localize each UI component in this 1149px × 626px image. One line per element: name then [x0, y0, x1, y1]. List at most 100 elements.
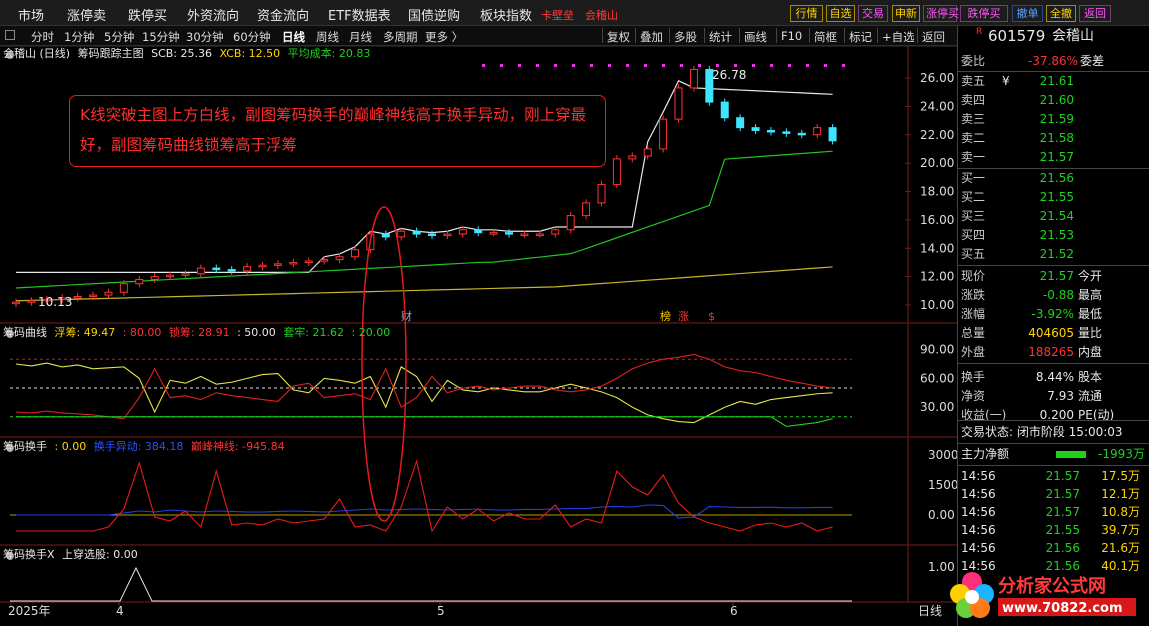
watermark-url: www.70822.com	[1002, 601, 1123, 616]
candle-body	[381, 233, 390, 238]
quote-row: 卖二 21.58	[958, 129, 1149, 148]
signal-dot	[536, 64, 539, 67]
candle-body	[12, 301, 20, 305]
zhuli-bar	[1056, 451, 1086, 458]
candle-body	[689, 68, 698, 89]
main-info-bar: 会稽山 (日线) 筹码跟踪主图 SCB: 25.36 XCB: 12.50 平均…	[3, 46, 374, 62]
stat-value: -3.92%	[1031, 307, 1074, 321]
low-price-label: 10.13	[38, 295, 72, 309]
period-corner-label: 日线	[918, 604, 942, 618]
tick-price: 21.57	[1045, 505, 1080, 519]
bid-price: 21.53	[1039, 228, 1074, 242]
watermark-title: 分析家公式网	[998, 575, 1106, 597]
quote-row: 14:56 21.56 21.6万	[958, 539, 1149, 558]
candle-body	[720, 101, 729, 119]
stat-label: 外盘	[961, 345, 986, 359]
p1-axis-label: 90.00	[920, 343, 954, 357]
quote-row: 买一 21.56	[958, 169, 1149, 188]
divider	[958, 465, 1149, 466]
candle-body	[104, 291, 113, 296]
currency-icon: ¥	[1002, 74, 1010, 88]
candle-body	[335, 256, 344, 261]
top-button-8[interactable]: 返回	[1079, 5, 1111, 22]
signal-dot	[698, 64, 701, 67]
bid-price: 21.52	[1039, 247, 1074, 261]
signal-dot	[716, 64, 719, 67]
tick-volume: 39.7万	[1101, 523, 1140, 537]
candle-body	[551, 229, 560, 235]
candle-body	[304, 260, 313, 264]
candle-body	[150, 276, 159, 280]
top-button-6[interactable]: 撤单	[1012, 5, 1043, 22]
quote-row: 14:56 21.57 12.1万	[958, 485, 1149, 504]
candle-body	[813, 127, 822, 136]
ask-price: 21.59	[1039, 112, 1074, 126]
stat-label: 涨跌	[961, 288, 986, 302]
candle-body	[582, 202, 591, 217]
bid-price: 21.54	[1039, 209, 1074, 223]
weibi-label: 委比	[961, 54, 986, 68]
main-axis-label: 10.00	[920, 298, 954, 312]
signal-dot	[662, 64, 665, 67]
p1-axis-label: 60.00	[920, 371, 954, 385]
tick-volume: 21.6万	[1101, 541, 1140, 555]
ma-green-line	[15, 150, 833, 289]
bid-label: 买五	[961, 247, 986, 261]
stat-label: 现价	[961, 269, 986, 283]
ask-price: 21.57	[1039, 150, 1074, 164]
candle-body	[751, 127, 760, 131]
quote-row: 14:56 21.57 17.5万	[958, 467, 1149, 486]
quote-row: 委比 -37.86% 委差	[958, 52, 1149, 71]
signal-dot	[500, 64, 503, 67]
candle-body	[597, 183, 606, 204]
candle-body	[474, 229, 483, 234]
main-axis-label: 18.00	[920, 185, 954, 199]
candle-body	[350, 249, 359, 258]
main-axis-label: 12.00	[920, 270, 954, 284]
signal-dot	[590, 64, 593, 67]
quote-row: 14:56 21.55 39.7万	[958, 521, 1149, 540]
stat-label: 涨幅	[961, 307, 986, 321]
candle-body	[659, 118, 668, 150]
divider	[958, 363, 1149, 364]
zero-line-value: : 0.00	[54, 440, 87, 453]
high-price-label: 26.78	[712, 68, 746, 82]
candle-body	[458, 229, 467, 235]
quote-row: 卖四 21.60	[958, 91, 1149, 110]
stat-label-2: 股本	[1078, 370, 1103, 384]
stat-label-2: 最低	[1078, 307, 1103, 321]
annotation-box: K线突破主图上方白线，副图筹码换手的巅峰神线高于换手异动，刚上穿最好，副图筹码曲…	[69, 95, 606, 167]
p2-axis-label: 1500	[928, 478, 957, 492]
main-indicator-name: 筹码跟踪主图	[77, 47, 144, 60]
candle-body	[119, 283, 128, 293]
quote-row: 总量 404605 量比	[958, 324, 1149, 343]
panel1-info: 筹码曲线 浮筹: 49.47 : 80.00 锁筹: 28.91 : 50.00…	[3, 325, 394, 341]
signal-dot	[518, 64, 521, 67]
top-button-5[interactable]: 跌停买	[960, 5, 1008, 22]
taolao-value: 套牢: 21.62	[283, 326, 345, 339]
quote-row: 主力净额 -1993万	[958, 445, 1149, 464]
quote-row: 涨跌 -0.88 最高	[958, 286, 1149, 305]
tick-volume: 10.8万	[1101, 505, 1140, 519]
weibi-value: -37.86%	[1027, 54, 1078, 68]
suochou-value: 锁筹: 28.91	[168, 326, 230, 339]
date-label: 5	[437, 604, 445, 618]
top-button-7[interactable]: 全撤	[1046, 5, 1076, 22]
ask-price: 21.60	[1039, 93, 1074, 107]
dianfeng-value: 巅峰神线: -945.84	[190, 440, 285, 453]
candle-body	[612, 158, 621, 185]
tick-price: 21.57	[1045, 487, 1080, 501]
line80-value: : 80.00	[122, 326, 162, 339]
ask-price: 21.58	[1039, 131, 1074, 145]
candle-body	[181, 273, 190, 276]
xcb-value: XCB: 12.50	[219, 47, 281, 60]
quote-row: 换手 8.44% 股本	[958, 368, 1149, 387]
candle-body	[89, 294, 98, 298]
quote-row: 14:56 21.57 10.8万	[958, 503, 1149, 522]
shangchuan-line	[10, 566, 852, 602]
stat-label-2: 最高	[1078, 288, 1103, 302]
stock-code: 601579	[988, 27, 1046, 45]
bid-label: 买四	[961, 228, 986, 242]
candle-body	[828, 127, 837, 142]
tick-volume: 12.1万	[1101, 487, 1140, 501]
